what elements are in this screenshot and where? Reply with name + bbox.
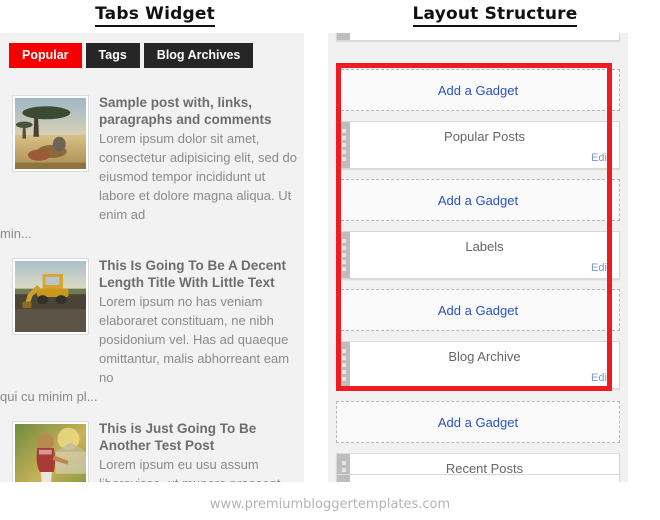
post-snippet-main: Lorem ipsum no has veniam elaboraret con…: [99, 294, 290, 385]
gadget-title: Popular Posts: [444, 129, 525, 144]
safari-thumbnail-icon: [15, 98, 86, 169]
drag-handle-icon[interactable]: [337, 122, 350, 168]
tabs-widget-title-text: Tabs Widget: [95, 4, 215, 27]
list-item[interactable]: This is Just Going To Be Another Test Po…: [0, 412, 304, 482]
watermark: www.premiumbloggertemplates.com: [209, 497, 451, 512]
tab-tags[interactable]: Tags: [85, 43, 140, 68]
tab-blog-archives[interactable]: Blog Archives: [143, 43, 254, 68]
post-title[interactable]: This Is Going To Be A Decent Length Titl…: [99, 258, 301, 291]
excavator-thumbnail-icon: [15, 261, 86, 332]
list-item[interactable]: This Is Going To Be A Decent Length Titl…: [0, 249, 304, 412]
edit-link-popular-posts[interactable]: Edit: [591, 152, 610, 164]
tab-popular[interactable]: Popular: [9, 43, 82, 68]
post-body: Sample post with, links, paragraphs and …: [0, 95, 304, 243]
post-snippet-main: Lorem ipsum dolor sit amet, consectetur …: [99, 131, 298, 222]
edit-link-labels[interactable]: Edit: [591, 262, 610, 274]
add-gadget-button-1[interactable]: Add a Gadget: [336, 69, 620, 111]
list-item[interactable]: Sample post with, links, paragraphs and …: [0, 86, 304, 249]
add-gadget-button-4[interactable]: Add a Gadget: [336, 401, 620, 443]
post-snippet: Lorem ipsum no has veniam elaboraret con…: [0, 292, 301, 406]
post-title[interactable]: Sample post with, links, paragraphs and …: [99, 95, 301, 128]
drag-handle-icon[interactable]: [337, 342, 350, 388]
portrait-thumbnail-icon: [15, 424, 86, 482]
drag-handle-icon[interactable]: [337, 475, 350, 482]
post-thumbnail: [12, 258, 89, 335]
gadget-row-blog-archive[interactable]: Blog Archive Edit: [336, 341, 620, 389]
post-snippet: Lorem ipsum eu usu assum liberavisse, ut…: [99, 455, 301, 482]
layout-structure-title-text: Layout Structure: [412, 4, 578, 27]
add-gadget-button-3[interactable]: Add a Gadget: [336, 289, 620, 331]
gadget-title: Labels: [465, 239, 504, 254]
add-gadget-button-2[interactable]: Add a Gadget: [336, 179, 620, 221]
layout-structure-panel: Add a Gadget Popular Posts Edit Add a Ga…: [328, 33, 628, 482]
gadget-row-labels[interactable]: Labels Edit: [336, 231, 620, 279]
gadget-row-popular-posts[interactable]: Popular Posts Edit: [336, 121, 620, 169]
tabs-widget-panel: Popular Tags Blog Archives Sample post w…: [0, 33, 305, 482]
page-title-tabs-widget: Tabs Widget: [0, 4, 310, 27]
gadget-title: Blog Archive: [448, 349, 521, 364]
partial-gadget-row-top: [336, 33, 620, 41]
post-snippet-main: Lorem ipsum eu usu assum liberavisse, ut…: [99, 457, 280, 482]
post-snippet-tail: min...: [0, 226, 32, 241]
post-body: This Is Going To Be A Decent Length Titl…: [0, 258, 304, 406]
page-title-layout-structure: Layout Structure: [330, 4, 660, 27]
popular-post-list: Sample post with, links, paragraphs and …: [0, 80, 304, 482]
screenshot-root: Tabs Widget Layout Structure Popular Tag…: [0, 0, 660, 520]
post-title[interactable]: This is Just Going To Be Another Test Po…: [99, 421, 301, 454]
post-thumbnail: [12, 421, 89, 482]
drag-handle-icon[interactable]: [337, 33, 350, 40]
partial-gadget-row-bottom: [336, 474, 620, 482]
drag-handle-icon[interactable]: [337, 232, 350, 278]
post-snippet: Lorem ipsum dolor sit amet, consectetur …: [0, 129, 301, 243]
post-snippet-tail: qui cu minim pl...: [0, 389, 98, 404]
post-thumbnail: [12, 95, 89, 172]
edit-link-blog-archive[interactable]: Edit: [591, 372, 610, 384]
tab-bar: Popular Tags Blog Archives: [9, 43, 254, 68]
post-body: This is Just Going To Be Another Test Po…: [99, 421, 304, 482]
